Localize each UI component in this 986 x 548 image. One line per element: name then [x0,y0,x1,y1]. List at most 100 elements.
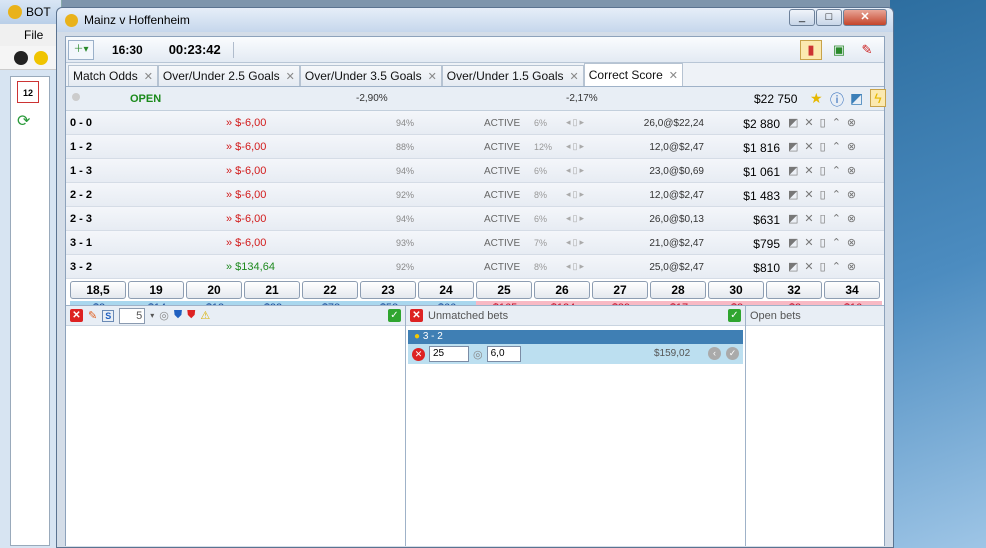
warning-icon[interactable]: ⚠ [200,309,210,322]
runner-row[interactable]: 2 - 3 » $-6,00 94% ACTIVE 6% ◂▯▸ 26,0@$0… [66,207,884,231]
hedge-icon[interactable]: ✕ [804,116,813,129]
refresh-icon[interactable]: ⟳ [17,111,43,131]
tab-match-odds[interactable]: Match Odds ✕ [68,65,158,86]
chart-small-icon[interactable]: ◩ [788,140,798,153]
settings-icon[interactable]: ⊗ [847,188,856,201]
new-window-icon[interactable]: ▣ [828,40,850,60]
settings-icon[interactable]: ⊗ [847,236,856,249]
menu-file[interactable]: File [0,24,61,46]
settings-icon[interactable]: ⊗ [847,140,856,153]
football-icon[interactable] [14,50,28,65]
mini-controls-icon[interactable]: ◂▯▸ [566,117,586,128]
chevron-down-icon[interactable]: ▾ [150,311,154,320]
ladder-icon[interactable]: ▯ [820,212,826,225]
mini-controls-icon[interactable]: ◂▯▸ [566,165,586,176]
eraser-icon[interactable]: ✎ [88,309,97,322]
tab-close-icon[interactable]: ✕ [669,69,678,82]
ladder-price-button[interactable]: 34 [824,281,880,299]
expand-icon[interactable]: ⌃ [832,164,841,177]
cancel-all-icon[interactable]: ✕ [70,309,83,322]
add-market-button[interactable]: ＋▾ [68,39,94,60]
ladder-price-button[interactable]: 19 [128,281,184,299]
info-icon[interactable]: ⓘ [830,90,844,110]
runner-row[interactable]: 1 - 3 » $-6,00 94% ACTIVE 6% ◂▯▸ 23,0@$0… [66,159,884,183]
chart-small-icon[interactable]: ◩ [788,164,798,177]
hedge-icon[interactable]: ✕ [804,188,813,201]
ladder-icon[interactable]: ▯ [820,260,826,273]
shield-blue-icon[interactable]: ⛊ [174,309,182,322]
hedge-icon[interactable]: ✕ [804,140,813,153]
hedge-icon[interactable]: ✕ [804,212,813,225]
ladder-price-button[interactable]: 25 [476,281,532,299]
tab-close-icon[interactable]: ✕ [144,70,153,83]
ladder-price-button[interactable]: 22 [302,281,358,299]
runner-row[interactable]: 3 - 1 » $-6,00 93% ACTIVE 7% ◂▯▸ 21,0@$2… [66,231,884,255]
cancel-bet-icon[interactable]: ✕ [412,347,425,361]
confirm-unmatched-icon[interactable]: ✓ [728,309,741,322]
tab-correct-score[interactable]: Correct Score ✕ [583,63,683,86]
mini-controls-icon[interactable]: ◂▯▸ [566,237,586,248]
ladder-icon[interactable]: ▯ [820,188,826,201]
tab-over-under-3-5[interactable]: Over/Under 3.5 Goals ✕ [299,65,442,86]
submit-check-icon[interactable]: ✓ [726,347,739,360]
calendar-icon[interactable]: 12 [17,81,39,103]
ladder-icon[interactable]: ▯ [820,236,826,249]
expand-icon[interactable]: ⌃ [832,236,841,249]
settings-icon[interactable]: ⊗ [847,260,856,273]
ladder-price-button[interactable]: 32 [766,281,822,299]
bet-odds-field[interactable]: 6,0 [486,346,521,362]
expand-icon[interactable]: ⌃ [832,212,841,225]
maximize-button[interactable]: □ [816,9,842,26]
ladder-price-button[interactable]: 18,5 [70,281,126,299]
lightning-icon[interactable]: ϟ [870,89,886,107]
settings-icon[interactable]: ⊗ [847,164,856,177]
ladder-icon[interactable]: ▯ [820,164,826,177]
hedge-icon[interactable]: ✕ [804,164,813,177]
star-icon[interactable]: ★ [810,90,823,107]
stop-icon[interactable]: ◎ [159,309,169,322]
pin-icon[interactable]: ✎ [856,40,878,60]
tab-close-icon[interactable]: ✕ [286,70,295,83]
ladder-price-button[interactable]: 23 [360,281,416,299]
confirm-check-icon[interactable]: ✓ [388,309,401,322]
settings-icon[interactable]: ⊗ [847,212,856,225]
tab-over-under-1-5[interactable]: Over/Under 1.5 Goals ✕ [441,65,584,86]
ladder-price-button[interactable]: 30 [708,281,764,299]
chart-icon[interactable]: ▮ [800,40,822,60]
ladder-price-button[interactable]: 21 [244,281,300,299]
chart-small-icon[interactable]: ◩ [788,260,798,273]
ladder-icon[interactable]: ▯ [820,116,826,129]
chart-small-icon[interactable]: ◩ [788,116,798,129]
stake-stepper[interactable]: 5 [119,307,146,324]
mini-controls-icon[interactable]: ◂▯▸ [566,261,586,272]
hedge-icon[interactable]: ✕ [804,236,813,249]
minimize-button[interactable]: _ [789,9,815,26]
star-icon[interactable] [34,50,48,65]
close-button[interactable]: ✕ [843,9,887,26]
chart-small-icon[interactable]: ◩ [788,212,798,225]
ladder-price-button[interactable]: 20 [186,281,242,299]
shield-red-icon[interactable]: ⛊ [187,309,195,322]
expand-icon[interactable]: ⌃ [832,260,841,273]
stop-icon[interactable]: ◎ [473,348,483,361]
bet-group-header[interactable]: ● 3 - 2 [408,330,743,344]
tab-over-under-2-5[interactable]: Over/Under 2.5 Goals ✕ [157,65,300,86]
ladder-icon[interactable]: ▯ [820,140,826,153]
tab-close-icon[interactable]: ✕ [570,70,579,83]
chart-small-icon[interactable]: ◩ [788,236,798,249]
bet-stake-field[interactable]: 25 [429,346,469,362]
ladder-price-button[interactable]: 24 [418,281,474,299]
chart-small-icon[interactable]: ◩ [788,188,798,201]
ladder-price-button[interactable]: 28 [650,281,706,299]
ladder-price-button[interactable]: 27 [592,281,648,299]
runner-row[interactable]: 1 - 2 » $-6,00 88% ACTIVE 12% ◂▯▸ 12,0@$… [66,135,884,159]
graph-icon[interactable]: ◩ [850,90,863,107]
window-titlebar[interactable]: Mainz v Hoffenheim [57,8,893,32]
mini-controls-icon[interactable]: ◂▯▸ [566,189,586,200]
settings-icon[interactable]: ⊗ [847,116,856,129]
runner-row[interactable]: 0 - 0 » $-6,00 94% ACTIVE 6% ◂▯▸ 26,0@$2… [66,111,884,135]
expand-icon[interactable]: ⌃ [832,140,841,153]
hedge-icon[interactable]: ✕ [804,260,813,273]
runner-row[interactable]: 3 - 2 » $134,64 92% ACTIVE 8% ◂▯▸ 25,0@$… [66,255,884,279]
cancel-unmatched-icon[interactable]: ✕ [410,309,423,322]
